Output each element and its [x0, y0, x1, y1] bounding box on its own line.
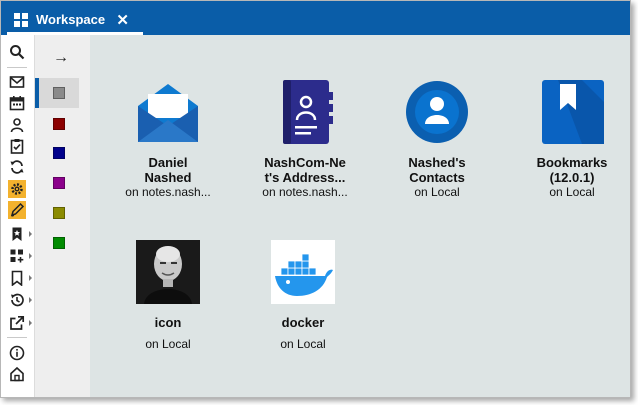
color-swatch-purple[interactable]: [53, 177, 65, 189]
replication-icon[interactable]: [8, 158, 26, 176]
contacts-circle-icon: [405, 80, 469, 144]
history-icon[interactable]: [8, 291, 32, 309]
left-toolbar: [1, 35, 35, 397]
todo-icon[interactable]: [8, 137, 26, 155]
bookmark-icon[interactable]: [8, 225, 32, 243]
selection-indicator: [35, 78, 39, 108]
contacts-icon[interactable]: [8, 116, 26, 134]
tile-location: on Local: [145, 337, 191, 351]
tile-location: on notes.nash...: [125, 185, 211, 199]
workspace-tile[interactable]: Daniel Nashed on notes.nash...: [113, 80, 223, 200]
tile-title: Daniel Nashed: [144, 155, 192, 185]
tile-location: on notes.nash...: [262, 185, 348, 199]
bookmarks-icon[interactable]: [8, 269, 32, 287]
color-swatch-green[interactable]: [53, 237, 65, 249]
info-icon[interactable]: [8, 344, 26, 362]
color-swatch-olive[interactable]: [53, 207, 65, 219]
tab-label: Workspace: [36, 12, 106, 27]
workspace-tile[interactable]: icon on Local: [113, 240, 223, 360]
workspace-tile[interactable]: Bookmarks (12.0.1) on Local: [517, 80, 627, 200]
portrait-photo-icon: [136, 240, 200, 304]
toolbar-divider: [7, 337, 27, 338]
tile-title: Bookmarks (12.0.1): [536, 155, 608, 185]
toolbar-divider: [7, 67, 27, 68]
tile-location: on Local: [549, 185, 595, 199]
color-swatch-navy[interactable]: [53, 147, 65, 159]
workspace-grid-icon: [14, 12, 28, 27]
edit-icon[interactable]: [8, 201, 26, 219]
workspace-window: Workspace ✕ → Daniel Nashed on notes.nas…: [0, 0, 631, 398]
tile-title: icon: [154, 315, 182, 330]
tile-title: NashCom-Ne t's Address...: [264, 155, 346, 185]
close-icon[interactable]: ✕: [116, 11, 129, 29]
color-swatch-gray[interactable]: [53, 87, 65, 99]
title-bar: Workspace ✕: [1, 1, 630, 35]
applications-icon[interactable]: [8, 247, 32, 265]
address-book-icon: [273, 80, 337, 144]
tile-location: on Local: [414, 185, 460, 199]
open-external-icon[interactable]: [8, 314, 32, 332]
color-panel: →: [35, 35, 90, 397]
docker-whale-icon: [271, 240, 335, 304]
home-icon[interactable]: [8, 365, 26, 383]
settings-icon[interactable]: [8, 180, 26, 198]
arrow-right-icon[interactable]: →: [53, 49, 69, 67]
tile-title: Nashed's Contacts: [408, 155, 466, 185]
calendar-icon[interactable]: [8, 94, 26, 112]
workspace-tile[interactable]: NashCom-Ne t's Address... on notes.nash..…: [250, 80, 360, 200]
workspace-tile[interactable]: docker on Local: [248, 240, 358, 360]
mail-icon[interactable]: [8, 73, 26, 91]
tile-title: docker: [281, 315, 325, 330]
bookmarks-icon: [540, 80, 604, 144]
tab-workspace[interactable]: Workspace ✕: [7, 7, 143, 35]
workspace-area: Daniel Nashed on notes.nash... NashCom-Ne…: [90, 35, 630, 397]
tile-location: on Local: [280, 337, 326, 351]
color-swatch-darkred[interactable]: [53, 118, 65, 130]
search-icon[interactable]: [8, 43, 26, 61]
mail-envelope-icon: [136, 80, 200, 144]
workspace-tile[interactable]: Nashed's Contacts on Local: [382, 80, 492, 200]
